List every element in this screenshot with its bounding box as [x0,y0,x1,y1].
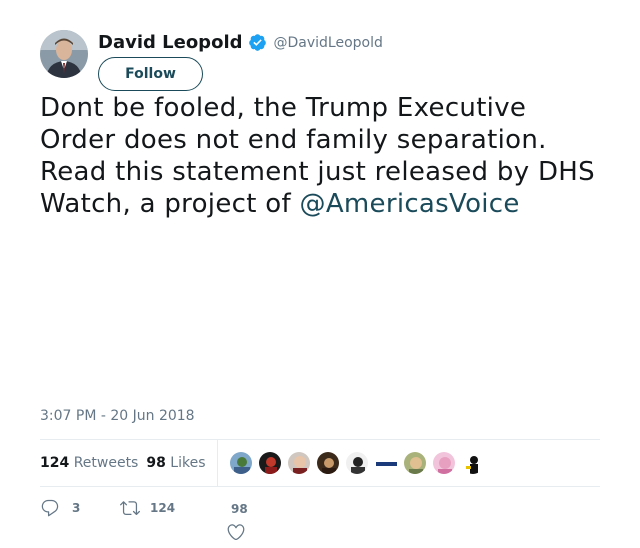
mention-link[interactable]: @AmericasVoice [300,189,520,219]
user-handle[interactable]: @DavidLeopold [274,35,383,51]
likes-stat[interactable]: 98 Likes [146,455,205,471]
liker-avatar[interactable] [229,451,253,475]
tweet-text: Dont be fooled, the Trump Executive Orde… [40,92,600,220]
liker-avatar[interactable] [374,451,398,475]
stats-separator [217,440,218,486]
likes-count: 98 [146,455,166,471]
retweet-icon [120,501,140,516]
retweets-label: Retweets [73,455,139,471]
liker-avatar[interactable] [316,451,340,475]
like-count: 98 [231,502,248,516]
reply-count: 3 [72,501,81,515]
liker-avatar[interactable] [461,451,485,475]
name-row: David Leopold @DavidLeopold [98,32,383,53]
tweet-header: David Leopold @DavidLeopold Follow [40,30,600,92]
retweets-count: 124 [40,455,70,471]
tweet-card: David Leopold @DavidLeopold Follow Dont … [0,0,640,548]
tweet-timestamp[interactable]: 3:07 PM - 20 Jun 2018 [40,408,195,424]
heart-icon[interactable] [226,522,246,542]
liker-avatars [229,451,490,475]
follow-button[interactable]: Follow [98,57,203,91]
likes-label: Likes [170,455,206,471]
liker-avatar[interactable] [345,451,369,475]
retweet-button[interactable]: 124 [120,498,175,518]
display-name[interactable]: David Leopold [98,32,243,53]
retweets-stat[interactable]: 124 Retweets [40,455,138,471]
liker-avatar[interactable] [287,451,311,475]
liker-avatar[interactable] [432,451,456,475]
liker-avatar[interactable] [403,451,427,475]
reply-button[interactable]: 3 [40,498,80,518]
tweet-actions: 3 124 98 [40,498,600,541]
retweet-count: 124 [150,501,176,515]
liker-avatar[interactable] [258,451,282,475]
divider [40,486,600,487]
verified-badge-icon [248,34,266,51]
reply-icon [41,499,59,517]
avatar[interactable] [40,30,88,78]
tweet-stats: 124 Retweets 98 Likes [40,440,600,486]
